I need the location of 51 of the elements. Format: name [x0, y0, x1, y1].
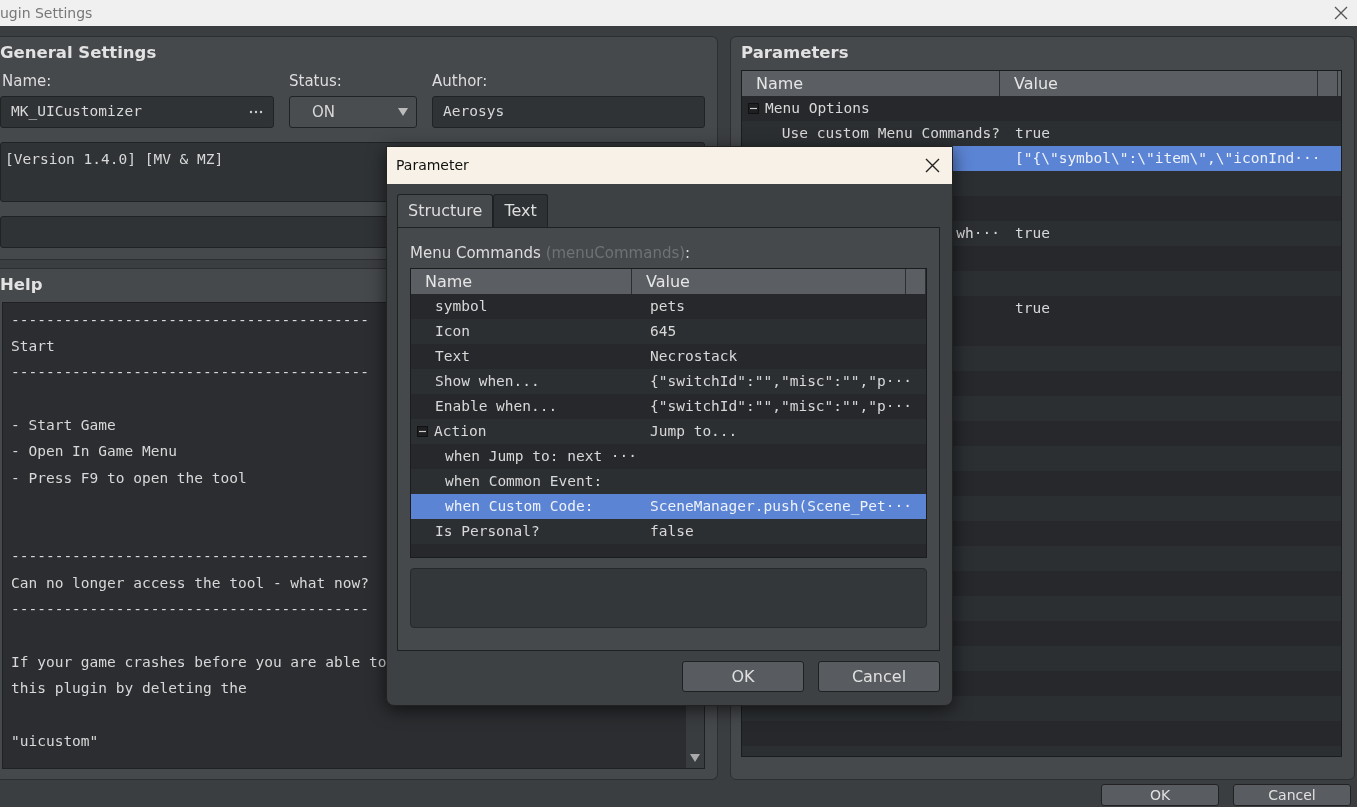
tab[interactable]: Text	[493, 194, 548, 227]
tree-row[interactable]: when Jump to: next ···	[411, 444, 926, 470]
scroll-down-icon[interactable]	[690, 754, 700, 762]
collapse-icon[interactable]	[417, 426, 428, 438]
tab[interactable]: Structure	[397, 194, 494, 227]
tree-row[interactable]: Action Jump to...	[411, 419, 926, 445]
close-icon[interactable]	[925, 158, 940, 173]
collapse-icon[interactable]	[748, 102, 759, 114]
field-label: Name:	[1, 70, 53, 92]
help-line: - Start Game	[10, 415, 116, 435]
window-title: ugin Settings	[0, 3, 93, 23]
name-field[interactable]: MK_UICustomizer	[0, 96, 274, 128]
section-heading: Parameters	[741, 42, 849, 64]
status-dropdown[interactable]: ON	[289, 96, 417, 128]
column-header[interactable]: Value	[1000, 70, 1318, 96]
author-field[interactable]: Aerosys	[432, 96, 705, 128]
help-line: -----------------------------------------	[10, 547, 369, 567]
field-label: Status:	[289, 70, 343, 92]
tree-row[interactable]: symbol pets	[411, 294, 926, 320]
caret-icon	[398, 108, 408, 116]
help-line: - Open In Game Menu	[10, 442, 177, 462]
column-header[interactable]: Value	[631, 269, 907, 295]
more-icon[interactable]	[249, 110, 263, 114]
help-line: - Press F9 to open the tool	[10, 468, 247, 488]
close-icon[interactable]	[1333, 5, 1349, 21]
column-header[interactable]: Name	[411, 269, 632, 295]
tree-row[interactable]: Enable when... {"switchId":"","misc":"","p···	[411, 394, 926, 420]
tree-row[interactable]: Text Necrostack	[411, 344, 926, 370]
help-line: -----------------------------------------	[10, 363, 369, 383]
help-line: Start	[10, 337, 55, 357]
help-line: Can no longer access the tool - what now?	[10, 573, 369, 593]
dialog-button[interactable]: Cancel	[818, 661, 940, 692]
tree-row[interactable]: Show when... {"switchId":"","misc":"","p···	[411, 369, 926, 395]
help-line: -----------------------------------------	[10, 600, 369, 619]
section-heading: General Settings	[0, 42, 157, 64]
column-header[interactable]: Name	[742, 70, 1000, 96]
dialog-button[interactable]: OK	[1101, 784, 1219, 806]
tree-row[interactable]: when Common Event:	[411, 469, 926, 495]
dialog-title: Parameter	[396, 156, 469, 175]
help-line: this plugin by deleting the	[10, 678, 247, 698]
help-line: If your game crashes before you are able to	[10, 652, 387, 672]
tree-row[interactable]: Is Personal? false	[411, 519, 926, 545]
field-label: Author:	[432, 70, 489, 92]
dialog-button[interactable]: OK	[682, 661, 804, 692]
dialog-button[interactable]: Cancel	[1233, 784, 1351, 806]
section-heading: Help	[0, 274, 43, 296]
tree-row[interactable]: Icon 645	[411, 319, 926, 345]
help-line: -----------------------------------------	[10, 310, 369, 330]
tree-row[interactable]: Use custom Menu Commands? true	[742, 120, 1341, 146]
tree-row[interactable]: Menu Options	[742, 95, 1341, 121]
help-line: "uicustom"	[10, 731, 99, 751]
